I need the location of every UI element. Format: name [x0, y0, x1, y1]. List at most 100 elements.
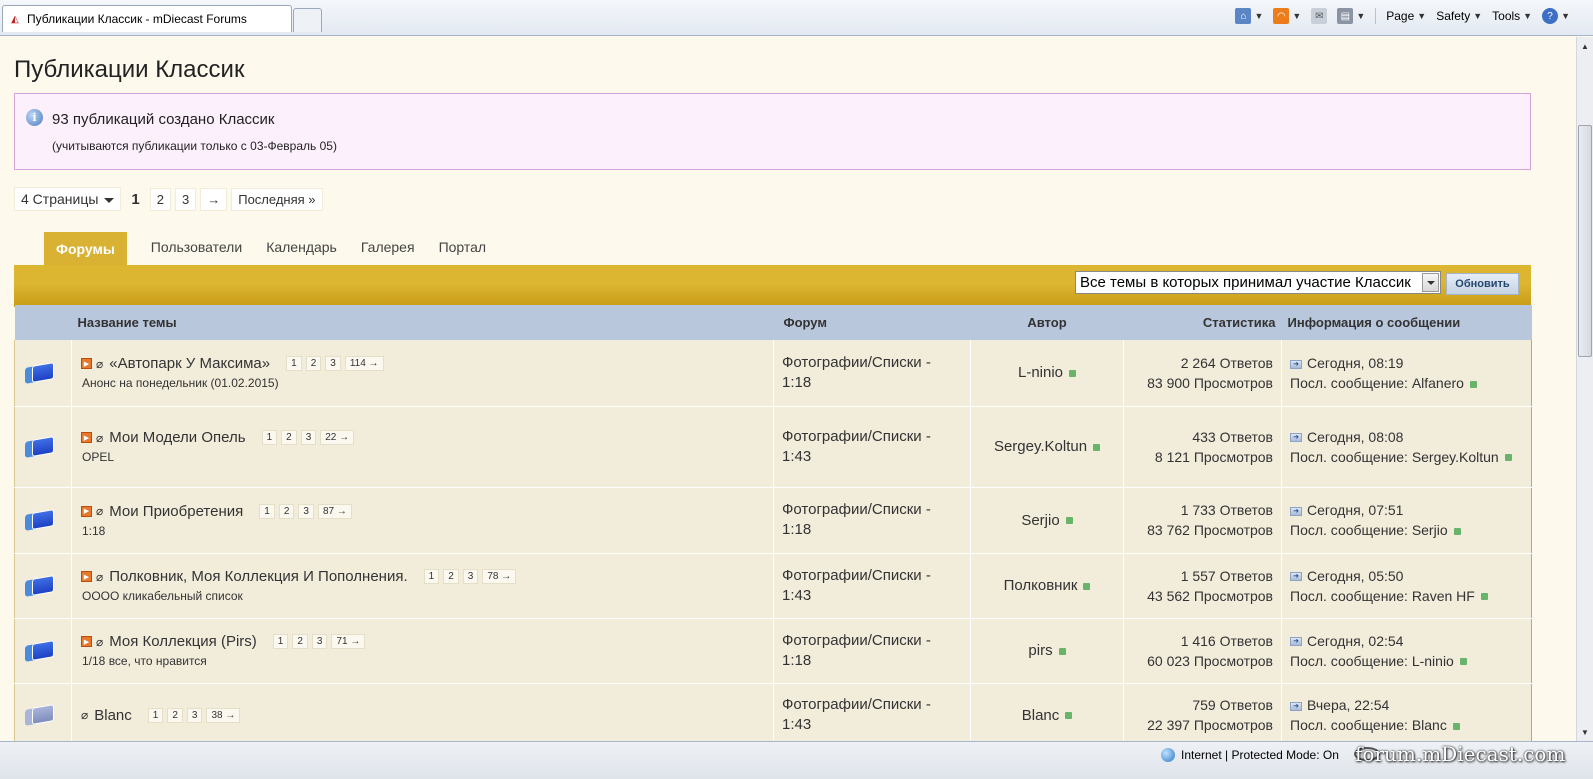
mini-page-link[interactable]: 2: [281, 430, 297, 445]
forum-link[interactable]: Фотографии/Списки -: [782, 631, 962, 651]
thread-title-link[interactable]: «Автопарк У Максима»: [109, 355, 270, 372]
author-link[interactable]: Blanc: [1022, 707, 1060, 724]
mini-page-link[interactable]: 3: [462, 569, 479, 584]
forum-link-scale[interactable]: 1:43: [782, 447, 962, 467]
feeds-button[interactable]: ◠ ▼: [1270, 7, 1304, 25]
header-author[interactable]: Автор: [970, 305, 1124, 340]
goto-last-post-icon[interactable]: ➜: [1290, 359, 1302, 369]
mini-page-link[interactable]: 3: [300, 430, 317, 445]
forum-link[interactable]: Фотографии/Списки -: [782, 500, 962, 520]
forum-link[interactable]: Фотографии/Списки -: [782, 427, 962, 447]
last-post-user[interactable]: Serjio: [1412, 522, 1448, 538]
help-button[interactable]: ? ▼: [1539, 7, 1573, 25]
forum-link[interactable]: Фотографии/Списки -: [782, 695, 962, 715]
last-page-link[interactable]: Последняя »: [231, 187, 323, 211]
author-link[interactable]: L-ninio: [1018, 364, 1063, 381]
forum-link-scale[interactable]: 1:18: [782, 520, 962, 540]
last-post-user[interactable]: Alfanero: [1412, 375, 1464, 391]
safety-menu[interactable]: Safety ▼: [1433, 8, 1485, 24]
thread-title-link[interactable]: Моя Коллекция (Pirs): [109, 633, 257, 650]
thread-title-link[interactable]: Мои Приобретения: [109, 503, 243, 520]
home-button[interactable]: ⌂ ▼: [1232, 7, 1266, 25]
goto-last-post-icon[interactable]: ➜: [1290, 433, 1302, 443]
goto-last-post-icon[interactable]: ➜: [1290, 506, 1302, 516]
mini-page-link[interactable]: 2: [443, 569, 459, 584]
tab-portal[interactable]: Портал: [427, 237, 499, 265]
header-forum[interactable]: Форум: [773, 305, 971, 340]
tab-members[interactable]: Пользователи: [139, 237, 254, 265]
forum-link-scale[interactable]: 1:18: [782, 373, 962, 393]
scroll-up-icon[interactable]: ▲: [1578, 39, 1592, 53]
mini-page-link[interactable]: 87 →: [317, 503, 352, 519]
mini-page-link[interactable]: 3: [298, 503, 314, 519]
mini-page-link[interactable]: 78 →: [482, 569, 517, 584]
forum-cell[interactable]: Фотографии/Списки - 1:18: [773, 487, 971, 554]
mini-page-link[interactable]: 114 →: [344, 356, 384, 372]
topic-filter-select[interactable]: Все темы в которых принимал участие Клас…: [1075, 271, 1441, 294]
header-info[interactable]: Информация о сообщении: [1281, 305, 1532, 340]
last-post-user[interactable]: Blanc: [1412, 717, 1447, 733]
mini-page-link[interactable]: 3: [311, 634, 328, 649]
page-link-3[interactable]: 3: [174, 187, 197, 211]
vertical-scrollbar[interactable]: ▲ ▼: [1576, 37, 1593, 741]
mini-page-link[interactable]: 22 →: [320, 430, 355, 445]
mini-page-link[interactable]: 3: [325, 356, 341, 372]
mini-page-link[interactable]: 2: [278, 503, 295, 519]
forum-cell[interactable]: Фотографии/Списки - 1:18: [773, 618, 971, 684]
mini-page-link[interactable]: 1: [286, 356, 302, 372]
browser-tab[interactable]: ◭ Публикации Классик - mDiecast Forums: [2, 5, 292, 32]
forum-cell[interactable]: Фотографии/Списки - 1:43: [773, 553, 971, 619]
page-menu[interactable]: Page ▼: [1383, 8, 1429, 24]
header-title[interactable]: Название темы: [71, 305, 774, 340]
print-button[interactable]: ▤ ▼: [1334, 7, 1368, 25]
forum-cell[interactable]: Фотографии/Списки - 1:43: [773, 406, 971, 488]
scroll-thumb[interactable]: [1578, 125, 1592, 357]
topics-table: Название темы Форум Автор Статистика Инф…: [14, 305, 1532, 741]
last-post-user[interactable]: Sergey.Koltun: [1412, 449, 1499, 465]
mini-page-link[interactable]: 2: [292, 634, 308, 649]
tab-calendar[interactable]: Календарь: [254, 237, 349, 265]
forum-cell[interactable]: Фотографии/Списки - 1:43: [773, 683, 971, 741]
next-page-link[interactable]: →: [200, 187, 228, 211]
header-stats[interactable]: Статистика: [1123, 305, 1282, 340]
author-link[interactable]: Sergey.Koltun: [994, 438, 1087, 455]
author-link[interactable]: Полковник: [1004, 577, 1078, 594]
thread-title-link[interactable]: Полковник, Моя Коллекция И Пополнения.: [109, 568, 407, 585]
last-post-user[interactable]: Raven HF: [1412, 588, 1475, 604]
forum-link-scale[interactable]: 1:43: [782, 586, 962, 606]
goto-last-post-icon[interactable]: ➜: [1290, 701, 1302, 711]
page-link-2[interactable]: 2: [149, 187, 171, 211]
mini-page-link[interactable]: 1: [261, 430, 278, 445]
goto-last-post-icon[interactable]: ➜: [1290, 637, 1302, 647]
scroll-down-icon[interactable]: ▼: [1578, 725, 1592, 739]
security-zone[interactable]: Internet | Protected Mode: On: [1161, 748, 1339, 762]
forum-link-scale[interactable]: 1:18: [782, 651, 962, 671]
mini-page-link[interactable]: 38 →: [206, 707, 241, 723]
mini-page-link[interactable]: 1: [272, 634, 289, 649]
mini-page-link[interactable]: 1: [259, 503, 275, 519]
forum-link[interactable]: Фотографии/Списки -: [782, 353, 962, 373]
forum-cell[interactable]: Фотографии/Списки - 1:18: [773, 340, 971, 407]
forum-link-scale[interactable]: 1:43: [782, 715, 962, 735]
thread-title-link[interactable]: Мои Модели Опель: [109, 429, 245, 446]
tools-menu[interactable]: Tools ▼: [1489, 8, 1535, 24]
tab-gallery[interactable]: Галерея: [349, 237, 427, 265]
mini-page-link[interactable]: 1: [147, 707, 164, 723]
new-tab-button[interactable]: [293, 8, 322, 32]
user-status-icon: [1504, 454, 1512, 462]
refresh-button[interactable]: Обновить: [1446, 273, 1519, 295]
mini-page-link[interactable]: 2: [167, 707, 183, 723]
forum-link[interactable]: Фотографии/Списки -: [782, 566, 962, 586]
last-post-user[interactable]: L-ninio: [1412, 653, 1454, 669]
mail-button[interactable]: ✉: [1308, 7, 1330, 25]
author-link[interactable]: Serjio: [1021, 512, 1059, 529]
thread-title-link[interactable]: Blanc: [94, 707, 132, 724]
mini-page-link[interactable]: 71 →: [331, 634, 366, 649]
mini-page-link[interactable]: 2: [305, 356, 322, 372]
mini-page-link[interactable]: 1: [423, 569, 440, 584]
author-link[interactable]: pirs: [1028, 642, 1052, 659]
pages-dropdown[interactable]: 4 Страницы: [14, 187, 122, 211]
tab-forums[interactable]: Форумы: [44, 232, 127, 265]
mini-page-link[interactable]: 3: [186, 707, 203, 723]
goto-last-post-icon[interactable]: ➜: [1290, 572, 1302, 582]
